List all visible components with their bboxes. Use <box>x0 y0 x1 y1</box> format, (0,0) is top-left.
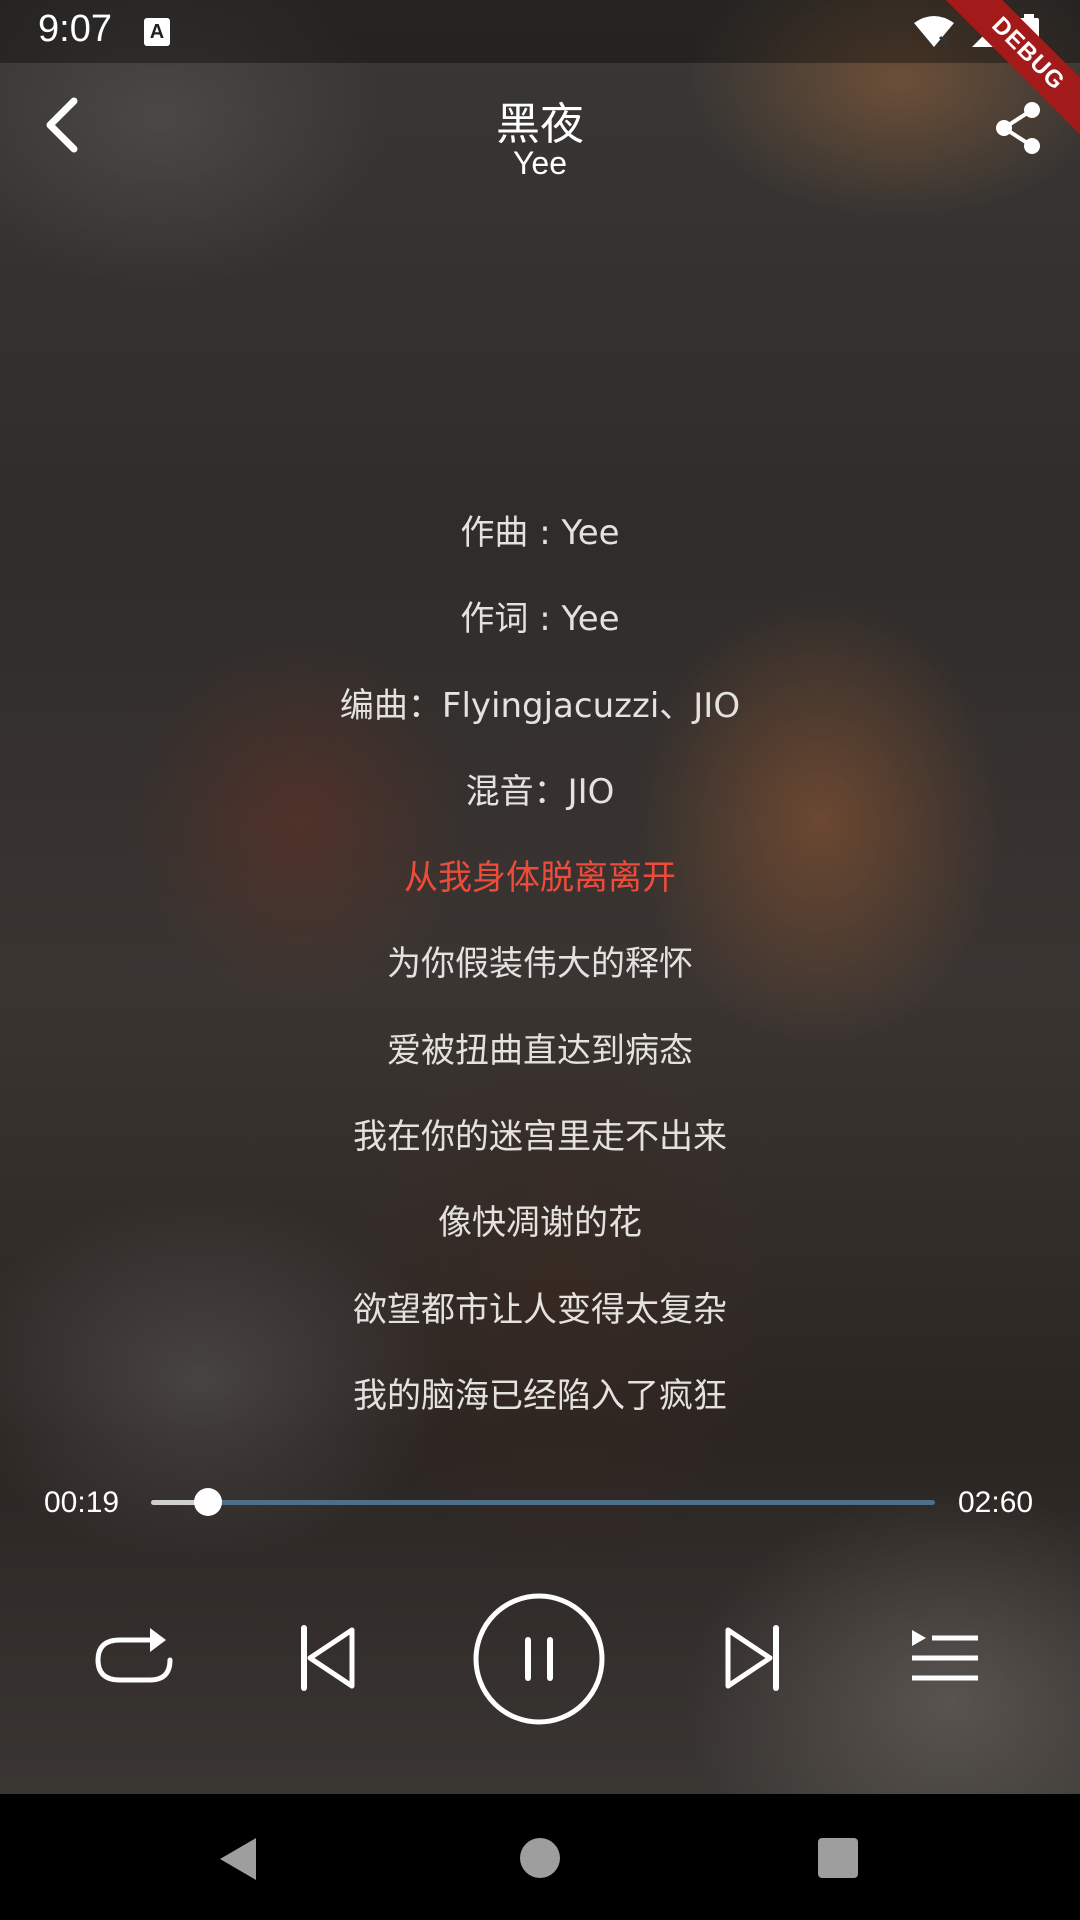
song-artist: Yee <box>513 145 567 181</box>
nav-back-icon <box>220 1838 256 1880</box>
status-bar: 9:07 A <box>0 0 1080 63</box>
lyric-line: 作词 : Yee <box>460 599 620 640</box>
skip-previous-icon <box>301 1625 355 1691</box>
playlist-icon <box>912 1630 978 1681</box>
pause-icon <box>473 1593 605 1725</box>
share-icon <box>996 102 1040 154</box>
playlist-button[interactable] <box>904 1618 984 1698</box>
lyric-line: 我的脑海已经陷入了疯狂 <box>353 1375 727 1416</box>
current-time: 00:19 <box>44 1486 120 1519</box>
progress-slider[interactable] <box>151 1488 935 1516</box>
lyric-line: 我在你的迷宫里走不出来 <box>353 1117 727 1158</box>
nav-home-button[interactable] <box>520 1838 560 1878</box>
lyric-line: 像快凋谢的花 <box>438 1203 642 1244</box>
status-time: 9:07 <box>38 8 112 50</box>
progress-thumb[interactable] <box>194 1488 223 1516</box>
nav-back-button[interactable] <box>216 1834 260 1884</box>
total-time: 02:60 <box>958 1486 1034 1519</box>
cellular-signal-icon <box>972 17 1002 47</box>
lyric-line: 混音：JIO <box>465 771 615 812</box>
skip-next-icon <box>725 1625 779 1691</box>
battery-icon <box>1019 14 1039 50</box>
nav-recents-button[interactable] <box>818 1838 858 1878</box>
player-screen: 9:07 A DEBUG 黑夜 Yee 作曲: Yee 作词: Yee 编曲… <box>0 0 1080 1794</box>
lyric-line: 编曲：Flyingjacuzzi、JIO <box>339 685 741 726</box>
wifi-x-icon <box>914 16 954 47</box>
lyric-line: 欲望都市让人变得太复杂 <box>353 1289 727 1330</box>
song-title: 黑夜 <box>496 99 584 150</box>
repeat-button[interactable] <box>90 1618 180 1698</box>
lyric-line-current: 从我身体脱离离开 <box>404 858 676 899</box>
keyboard-notification-icon: A <box>144 18 170 46</box>
lyric-line: 爱被扭曲直达到病态 <box>387 1030 693 1071</box>
status-icons <box>912 12 1040 52</box>
pause-button[interactable] <box>472 1592 606 1726</box>
previous-button[interactable] <box>290 1618 366 1698</box>
lyric-line: 作曲 : Yee <box>460 513 620 553</box>
repeat-icon <box>95 1628 173 1683</box>
lyrics-list[interactable]: 作曲 : Yee 作词 : Yee 编曲：Flyingjacuzzi、JIO 混音：J… <box>0 498 1080 1447</box>
next-button[interactable] <box>714 1618 790 1698</box>
share-button[interactable] <box>990 100 1046 156</box>
lyric-line: 为你假装伟大的释怀 <box>387 944 693 985</box>
